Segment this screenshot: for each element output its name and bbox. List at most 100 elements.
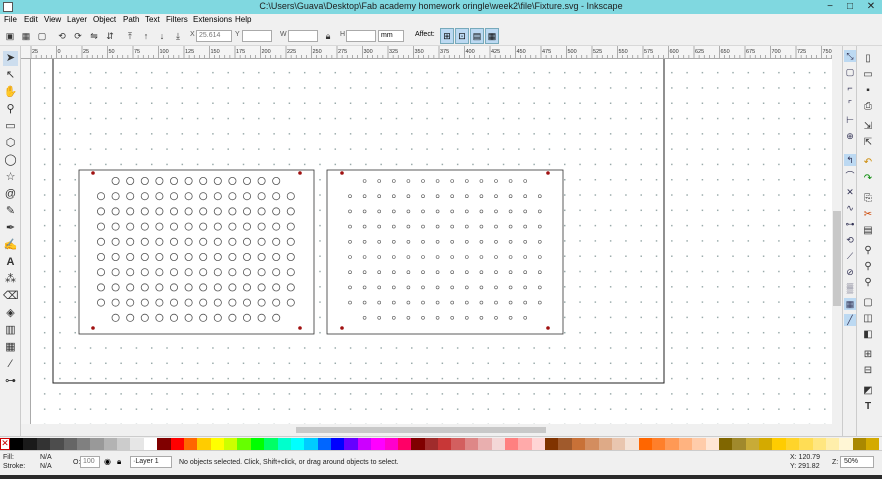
color-swatch[interactable]	[825, 438, 840, 450]
menu-object[interactable]: Object	[93, 15, 116, 24]
vertical-scroll-thumb[interactable]	[833, 211, 841, 306]
lock-layer-icon[interactable]: 🔒︎	[117, 457, 127, 467]
color-swatch[interactable]	[36, 438, 51, 450]
color-swatch[interactable]	[23, 438, 37, 450]
snap-smooth-icon[interactable]: ∿	[844, 202, 856, 214]
left-fixture-plate[interactable]	[78, 169, 315, 335]
select-all-layers-icon[interactable]: ▦	[20, 30, 32, 42]
color-swatch[interactable]	[143, 438, 158, 450]
new-document-icon[interactable]: ▯	[861, 52, 875, 66]
unlink-clone-icon[interactable]: ◧	[861, 328, 875, 342]
snap-page-icon[interactable]: ⊘	[844, 266, 856, 278]
color-swatch[interactable]	[210, 438, 224, 450]
scale-corners-icon[interactable]: ⊡	[455, 28, 469, 44]
eraser-icon[interactable]: ⌫	[3, 289, 19, 304]
undo-icon[interactable]: ↶	[861, 156, 875, 170]
open-icon[interactable]: ▭	[861, 68, 875, 82]
raise-to-top-icon[interactable]: ⤒	[124, 30, 136, 42]
selector-arrow-icon[interactable]: ➤	[3, 51, 18, 66]
menu-extensions[interactable]: Extensions	[193, 15, 232, 24]
snap-bbox-icon[interactable]: ▢	[844, 66, 856, 78]
eye-icon[interactable]: ◉	[104, 457, 114, 467]
snap-grid-icon[interactable]: ▒	[844, 282, 856, 294]
flip-vertical-icon[interactable]: ⇵	[104, 30, 116, 42]
color-swatch[interactable]	[665, 438, 679, 450]
raise-icon[interactable]: ↑	[140, 30, 152, 42]
color-swatch[interactable]	[76, 438, 91, 450]
color-swatch[interactable]	[157, 438, 171, 450]
flip-horizontal-icon[interactable]: ⇋	[88, 30, 100, 42]
color-swatch[interactable]	[63, 438, 77, 450]
color-swatch[interactable]	[130, 438, 144, 450]
redo-icon[interactable]: ↷	[861, 172, 875, 186]
spiral-icon[interactable]: @	[3, 187, 18, 202]
color-swatch[interactable]	[799, 438, 813, 450]
color-swatch[interactable]	[250, 438, 265, 450]
mesh-icon[interactable]: ▦	[3, 340, 18, 355]
close-button[interactable]: ✕	[860, 0, 882, 14]
color-swatch[interactable]	[170, 438, 184, 450]
color-swatch[interactable]	[732, 438, 746, 450]
copy-icon[interactable]: ⎘	[861, 192, 875, 206]
color-swatch[interactable]	[264, 438, 278, 450]
color-swatch[interactable]	[692, 438, 706, 450]
text-tool-icon[interactable]: A	[3, 255, 18, 270]
color-swatch[interactable]	[785, 438, 800, 450]
zoom-drawing-icon[interactable]: ⚲	[861, 260, 875, 274]
color-swatch[interactable]	[197, 438, 211, 450]
color-swatch[interactable]	[852, 438, 866, 450]
fill-stroke-icon[interactable]: ◩	[861, 384, 875, 398]
h-field[interactable]	[346, 30, 376, 42]
stroke-value[interactable]: N/A	[40, 463, 52, 470]
unit-select[interactable]: mm	[378, 30, 404, 42]
color-swatch[interactable]	[384, 438, 398, 450]
minimize-button[interactable]: −	[820, 0, 840, 14]
move-patterns-icon[interactable]: ▦	[485, 28, 499, 44]
color-swatch[interactable]	[90, 438, 104, 450]
import-icon[interactable]: ⇲	[861, 120, 875, 134]
node-tool-icon[interactable]: ↖	[3, 68, 18, 83]
snap-rotation-center-icon[interactable]: ⟲	[844, 234, 856, 246]
color-swatch[interactable]	[438, 438, 452, 450]
color-swatch[interactable]	[478, 438, 492, 450]
color-swatch[interactable]	[812, 438, 826, 450]
color-swatch[interactable]	[638, 438, 652, 450]
color-swatch[interactable]	[424, 438, 438, 450]
color-swatch[interactable]	[504, 438, 519, 450]
color-swatch[interactable]	[571, 438, 586, 450]
color-swatch[interactable]	[652, 438, 666, 450]
color-swatch[interactable]	[10, 438, 24, 450]
color-swatch[interactable]	[304, 438, 318, 450]
color-swatch[interactable]	[611, 438, 626, 450]
spray-icon[interactable]: ⁂	[3, 272, 18, 287]
color-swatch[interactable]	[531, 438, 545, 450]
color-swatch[interactable]	[451, 438, 465, 450]
color-swatch[interactable]	[705, 438, 719, 450]
deselect-icon[interactable]: ▢	[36, 30, 48, 42]
color-swatch[interactable]	[237, 438, 251, 450]
group-icon[interactable]: ⊞	[861, 348, 875, 362]
color-swatch[interactable]	[331, 438, 345, 450]
w-field[interactable]	[288, 30, 318, 42]
color-swatch[interactable]	[50, 438, 64, 450]
ungroup-icon[interactable]: ⊟	[861, 364, 875, 378]
snap-bbox-corner-icon[interactable]: ⌜	[844, 98, 856, 110]
color-swatch[interactable]	[625, 438, 639, 450]
menu-edit[interactable]: Edit	[24, 15, 38, 24]
snap-intersection-icon[interactable]: ✕	[844, 186, 856, 198]
pencil-icon[interactable]: ✎	[3, 204, 18, 219]
calligraphy-icon[interactable]: ✍	[3, 238, 18, 253]
color-swatch[interactable]	[585, 438, 599, 450]
move-gradients-icon[interactable]: ▤	[470, 28, 484, 44]
snap-bbox-edge-icon[interactable]: ⌐	[844, 82, 856, 94]
no-paint-swatch[interactable]: ✕	[0, 438, 10, 450]
fill-value[interactable]: N/A	[40, 454, 52, 461]
layer-select[interactable]: ·Layer 1	[130, 456, 172, 468]
horizontal-scrollbar[interactable]	[21, 424, 842, 436]
color-swatch[interactable]	[678, 438, 693, 450]
horizontal-scroll-thumb[interactable]	[296, 427, 546, 433]
scale-stroke-icon[interactable]: ⊞	[440, 28, 454, 44]
text-font-icon[interactable]: T	[861, 400, 875, 414]
star-icon[interactable]: ☆	[3, 170, 18, 185]
color-swatch[interactable]	[718, 438, 733, 450]
